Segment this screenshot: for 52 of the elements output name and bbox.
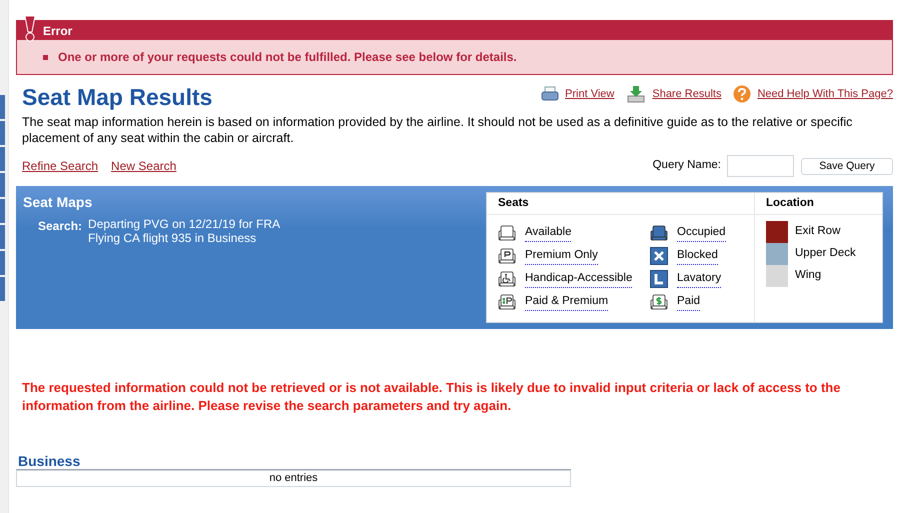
seat-legend-label: Available xyxy=(525,224,572,242)
seat-icon xyxy=(498,225,516,241)
toolbar-link[interactable]: Print View xyxy=(565,86,614,102)
sidebar-tab[interactable] xyxy=(0,225,5,249)
help-icon xyxy=(733,85,752,103)
seat-legend-label: Occupied xyxy=(677,224,726,242)
toolbar-link[interactable]: Share Results xyxy=(652,86,722,102)
save-query-button[interactable]: Save Query xyxy=(801,158,893,174)
download-tray-icon xyxy=(626,85,646,103)
printer-icon xyxy=(541,86,560,102)
sidebar-tab[interactable] xyxy=(0,173,5,197)
sidebar-tab[interactable] xyxy=(0,199,5,223)
sidebar-tab[interactable] xyxy=(0,251,5,275)
query-name-field[interactable] xyxy=(727,155,794,177)
sidebar-tab[interactable] xyxy=(0,95,5,119)
error-title: Error xyxy=(43,22,72,40)
empty-table-row: no entries xyxy=(16,470,571,487)
location-label: Exit Row xyxy=(795,224,840,240)
seat-legend-label: Lavatory xyxy=(677,270,722,288)
sidebar-tab[interactable] xyxy=(0,277,5,301)
page-title: Seat Map Results xyxy=(22,83,212,111)
seat-legend-label: Paid & Premium xyxy=(525,292,608,312)
search-label: Search: xyxy=(38,218,82,235)
error-notice: The requested information could not be retrieved or is not available. This is likely due to invalid input criteria or lack of access to the information from the airline. Please revise the search parameters and try again. xyxy=(21,379,842,415)
seat-legend-label: Paid xyxy=(677,292,700,312)
search-link[interactable]: Refine Search xyxy=(22,157,98,175)
wheelchair-seat-icon xyxy=(498,271,516,287)
location-label: Wing xyxy=(795,268,822,284)
location-label: Upper Deck xyxy=(795,246,856,262)
seat-dollar-icon xyxy=(498,294,516,310)
seat-dollar-icon xyxy=(650,294,668,310)
seat-letter-icon xyxy=(498,248,516,264)
search-summary: Flying CA flight 935 in Business xyxy=(88,231,258,245)
legend-heading: Seats xyxy=(498,196,529,211)
toolbar-link[interactable]: Need Help With This Page? xyxy=(757,86,893,102)
search-link[interactable]: New Search xyxy=(111,157,176,175)
seat-legend-label: Handicap-Accessible xyxy=(525,270,632,288)
error-message: One or more of your requests could not be fulfilled. Please see below for details. xyxy=(58,49,517,66)
search-summary: Departing PVG on 12/21/19 for FRA xyxy=(88,217,280,231)
cabin-title: Business xyxy=(16,453,571,470)
legend-heading: Location xyxy=(766,196,814,211)
sidebar-tab[interactable] xyxy=(0,121,5,145)
sidebar-tab[interactable] xyxy=(0,147,5,171)
description: The seat map information herein is based on information provided by the airline. It should not be used as a definitive guide as to the relative or specific placement of any seat within the cabin or aircraft. xyxy=(21,114,854,146)
cross-icon xyxy=(650,247,668,265)
bullet-icon xyxy=(43,54,48,60)
seat-legend-label: Blocked xyxy=(677,246,718,266)
filled-seat-icon xyxy=(650,225,668,241)
seat-legend-label: Premium Only xyxy=(525,246,598,266)
query-label: Query Name: xyxy=(652,158,721,174)
letter-square-icon xyxy=(650,270,668,288)
panel-title: Seat Maps xyxy=(23,193,94,212)
